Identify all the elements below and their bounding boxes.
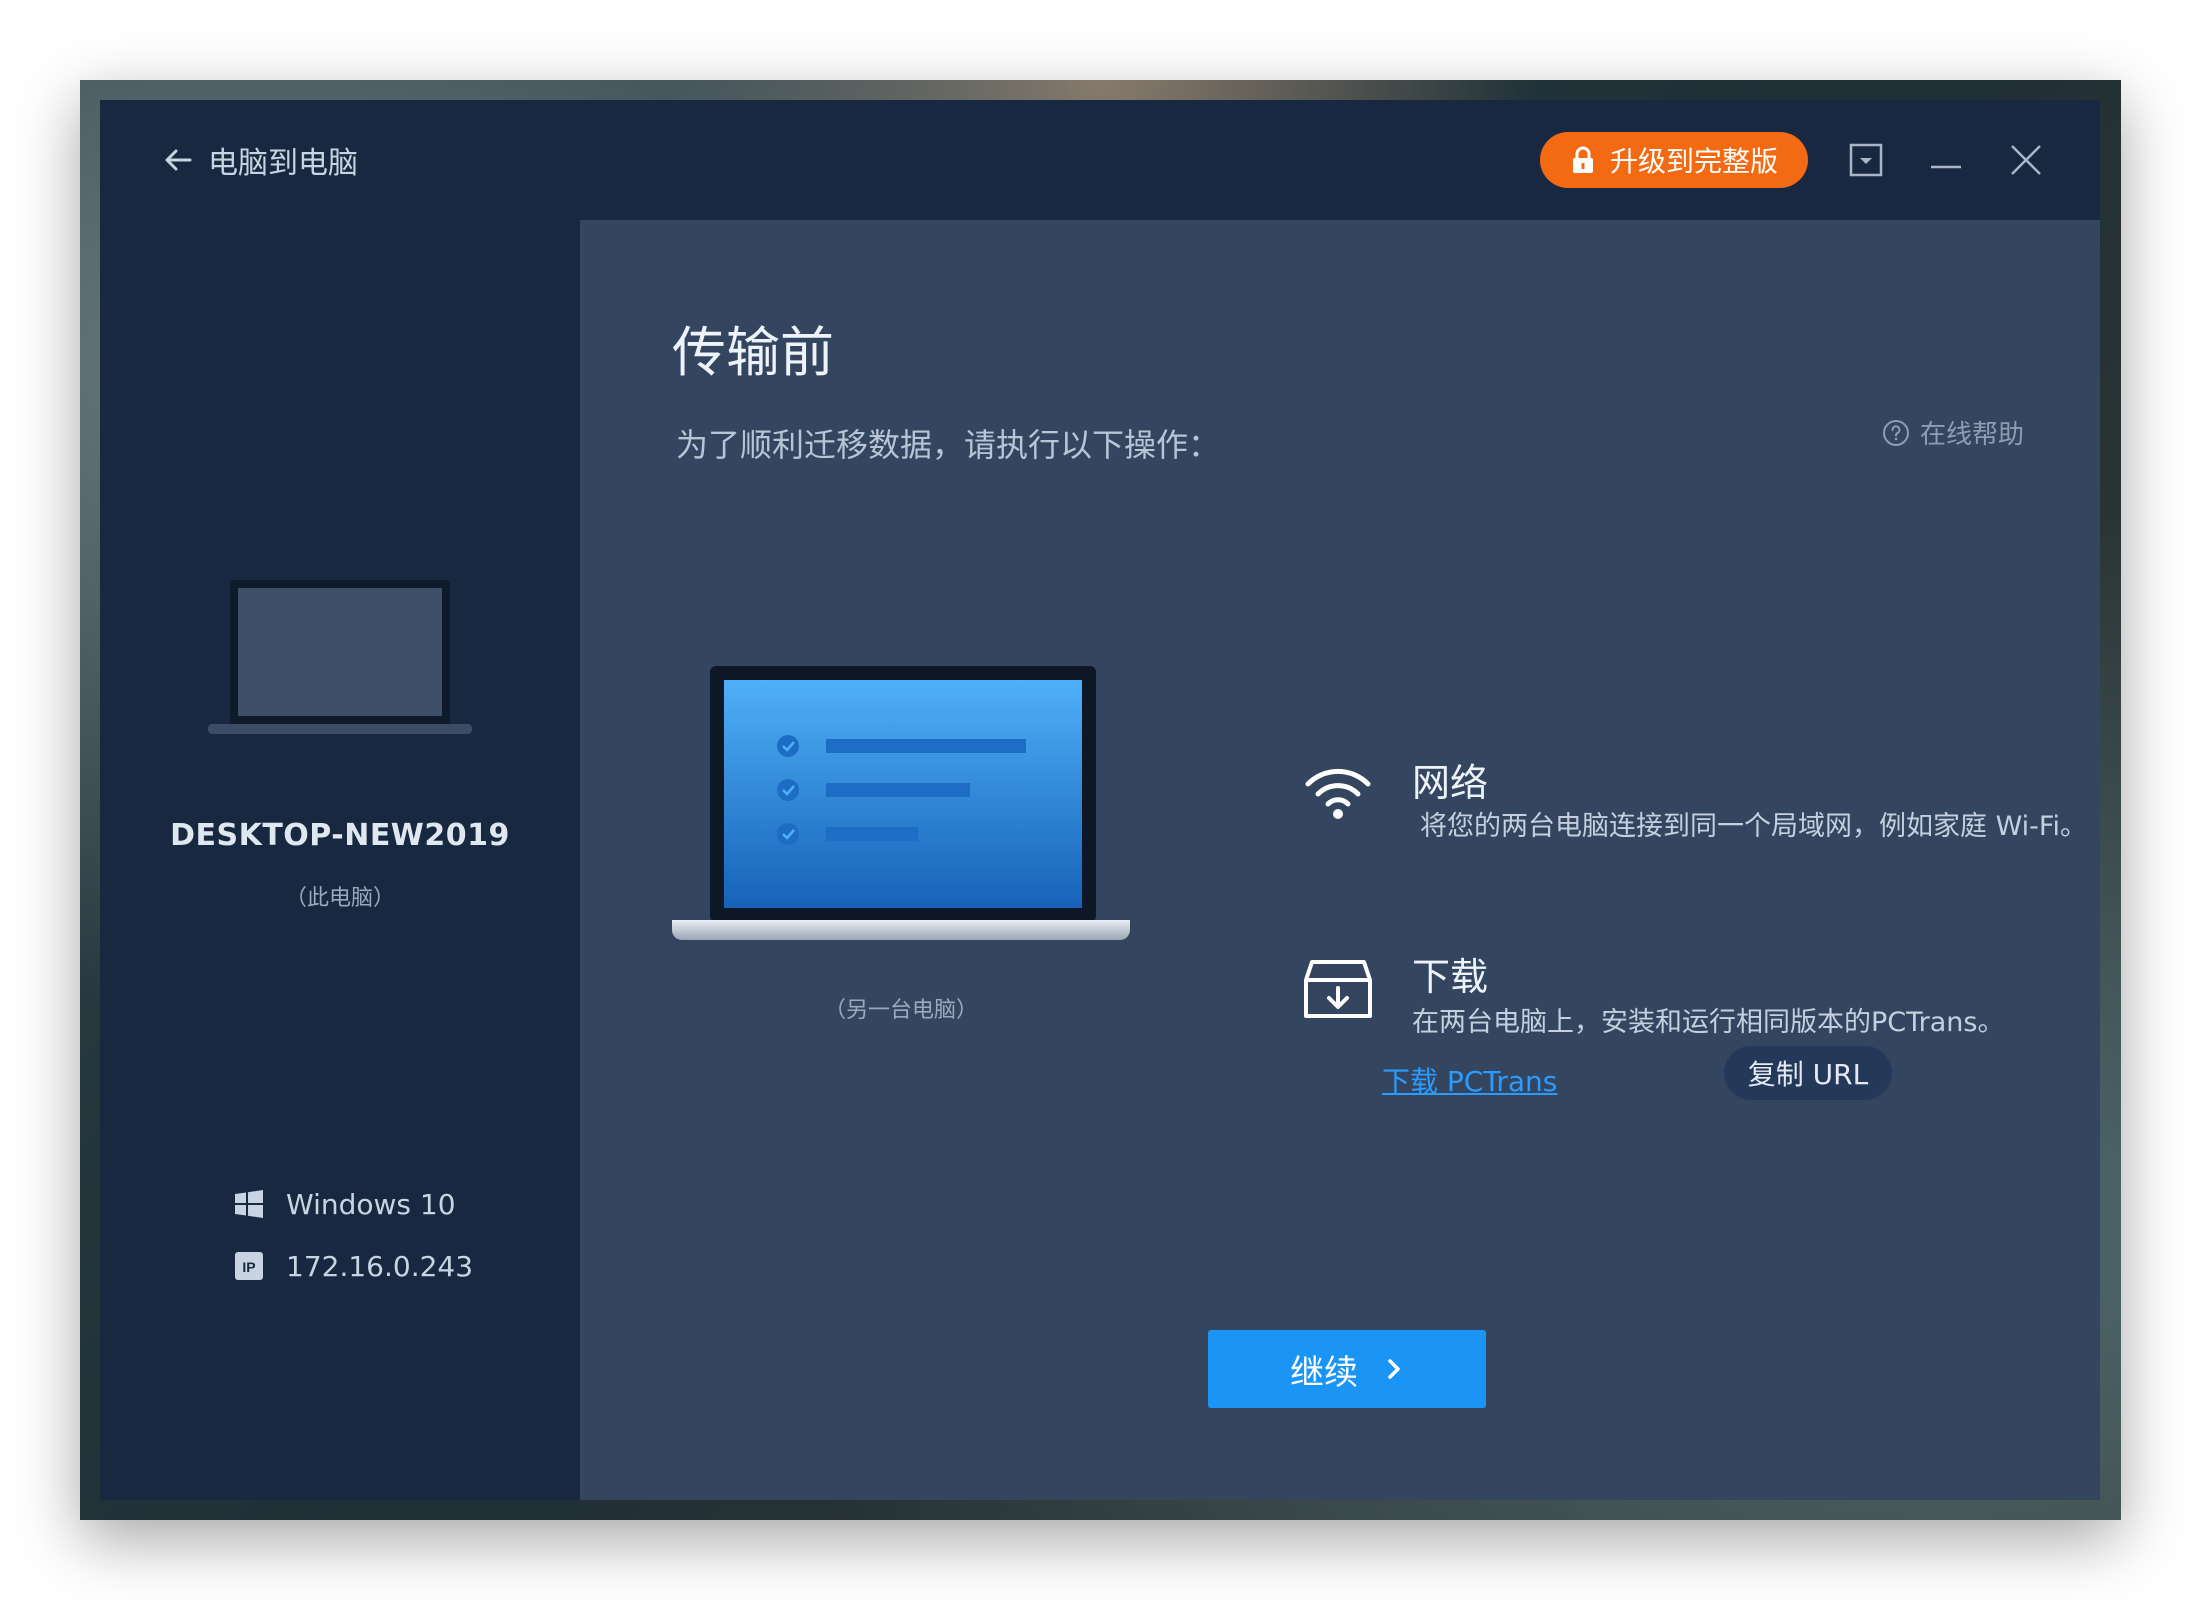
upgrade-button[interactable]: 升级到完整版 [1540,132,1808,188]
copy-url-button[interactable]: 复制 URL [1724,1046,1892,1100]
ip-label: 172.16.0.243 [286,1249,474,1283]
this-pc-laptop-icon [208,580,472,734]
back-arrow-icon [165,149,192,171]
main-panel: 传输前 为了顺利迁移数据，请执行以下操作： 在线帮助 （另一台电脑） 网络 将您… [580,220,2100,1500]
windows-logo-icon [235,1190,263,1218]
online-help-label: 在线帮助 [1919,420,2024,450]
online-help-link[interactable]: 在线帮助 [1882,414,2024,451]
page-title: 传输前 [672,321,834,384]
ip-badge-icon: IP [235,1252,263,1280]
lock-icon [1572,146,1593,173]
dropdown-menu-icon [1849,143,1883,177]
this-pc-name: DESKTOP-NEW2019 [170,818,510,853]
os-info: Windows 10 [234,1184,456,1224]
close-icon [2011,145,2041,175]
close-button[interactable] [2004,138,2048,182]
other-pc-caption: （另一台电脑） [823,998,978,1023]
continue-button[interactable]: 继续 [1208,1330,1486,1408]
dropdown-menu-button[interactable] [1844,138,1888,182]
network-step-title: 网络 [1412,761,1489,805]
svg-text:IP: IP [242,1259,255,1275]
download-pctrans-link[interactable]: 下载 PCTrans [1382,1060,1557,1100]
minimize-button[interactable] [1924,138,1968,182]
network-step-desc: 将您的两台电脑连接到同一个局域网，例如家庭 Wi-Fi。 [1420,811,2087,842]
download-step-desc: 在两台电脑上，安装和运行相同版本的PCTrans。 [1412,1007,2005,1038]
window-title: 电脑到电脑 [208,146,358,181]
page-subtitle: 为了顺利迁移数据，请执行以下操作： [676,426,1221,464]
back-button[interactable]: 电脑到电脑 [160,134,358,186]
title-bar: 电脑到电脑 升级到完整版 [100,100,2100,220]
other-pc-laptop-illustration [672,666,1130,940]
app-window: 电脑到电脑 升级到完整版 DESKTOP-NEW2019 （此电脑） Windo… [100,100,2100,1500]
help-circle-icon [1882,419,1909,446]
ip-info: IP 172.16.0.243 [234,1246,473,1286]
this-pc-caption: （此电脑） [284,886,395,911]
minimize-icon [1931,165,1961,169]
continue-label: 继续 [1290,1352,1358,1393]
download-box-icon [1304,960,1372,1018]
upgrade-label: 升级到完整版 [1609,145,1778,178]
wifi-icon [1305,768,1371,819]
sidebar: DESKTOP-NEW2019 （此电脑） Windows 10 IP 172.… [100,220,580,1500]
chevron-right-icon [1388,1359,1400,1379]
download-step-title: 下载 [1412,955,1489,999]
os-label: Windows 10 [286,1187,456,1221]
